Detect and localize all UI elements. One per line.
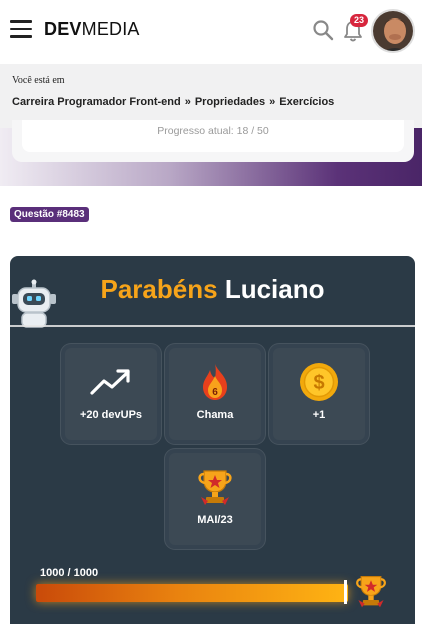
tile-label: +1: [312, 409, 326, 421]
breadcrumb-item-exercises[interactable]: Exercícios: [279, 96, 334, 108]
breadcrumb-item-properties[interactable]: Propriedades: [195, 96, 265, 108]
progress-card: Progresso atual: 18 / 50: [12, 120, 414, 162]
breadcrumb: Você está em Carreira Programador Front-…: [0, 64, 422, 128]
reward-tile-devups: +20 devUPs: [65, 348, 157, 440]
breadcrumb-item-career[interactable]: Carreira Programador Front-end: [12, 96, 181, 108]
menu-icon[interactable]: [10, 20, 32, 38]
xp-progress-bar: [36, 584, 348, 602]
coin-symbol: $: [313, 372, 324, 394]
tile-label: +20 devUPs: [79, 409, 143, 421]
top-header: DEVMEDIA 23: [0, 0, 422, 62]
user-avatar[interactable]: [371, 9, 415, 53]
congrats-title: Parabéns Luciano: [10, 274, 415, 305]
congrats-word: Parabéns: [100, 274, 218, 304]
trending-up-icon: [90, 369, 130, 395]
search-icon[interactable]: [311, 18, 335, 42]
trophy-icon: [198, 470, 232, 505]
devmedia-logo[interactable]: DEVMEDIA: [44, 19, 140, 40]
flame-icon: 6: [203, 364, 227, 400]
breadcrumb-separator: »: [269, 96, 276, 108]
question-tag: Questão #8483: [10, 207, 89, 222]
progress-text: Progresso atual: 18 / 50: [157, 125, 269, 137]
tile-label: MAI/23: [197, 514, 233, 526]
xp-progress-fill: [36, 584, 348, 602]
user-name: Luciano: [224, 274, 325, 304]
breadcrumb-separator: »: [184, 96, 191, 108]
xp-value: 1000 / 1000: [40, 567, 99, 579]
xp-bar-cap: [344, 580, 347, 604]
reward-tile-coin: $ +1: [273, 348, 365, 440]
reward-tile-trophy: MAI/23: [169, 453, 261, 545]
notification-badge: 23: [350, 14, 369, 27]
tile-label: Chama: [196, 409, 234, 421]
breadcrumb-links: Carreira Programador Front-end» Proprieda…: [12, 96, 334, 108]
breadcrumb-label: Você está em: [12, 75, 65, 86]
reward-tile-flame: 6 Chama: [169, 348, 261, 440]
coin-icon: $: [300, 363, 338, 401]
flame-value: 6: [212, 387, 218, 398]
achievement-card: Parabéns Luciano +20 devUPs 6 Chama $ +1…: [10, 256, 415, 624]
divider: [10, 325, 415, 327]
trophy-icon: [356, 576, 386, 608]
